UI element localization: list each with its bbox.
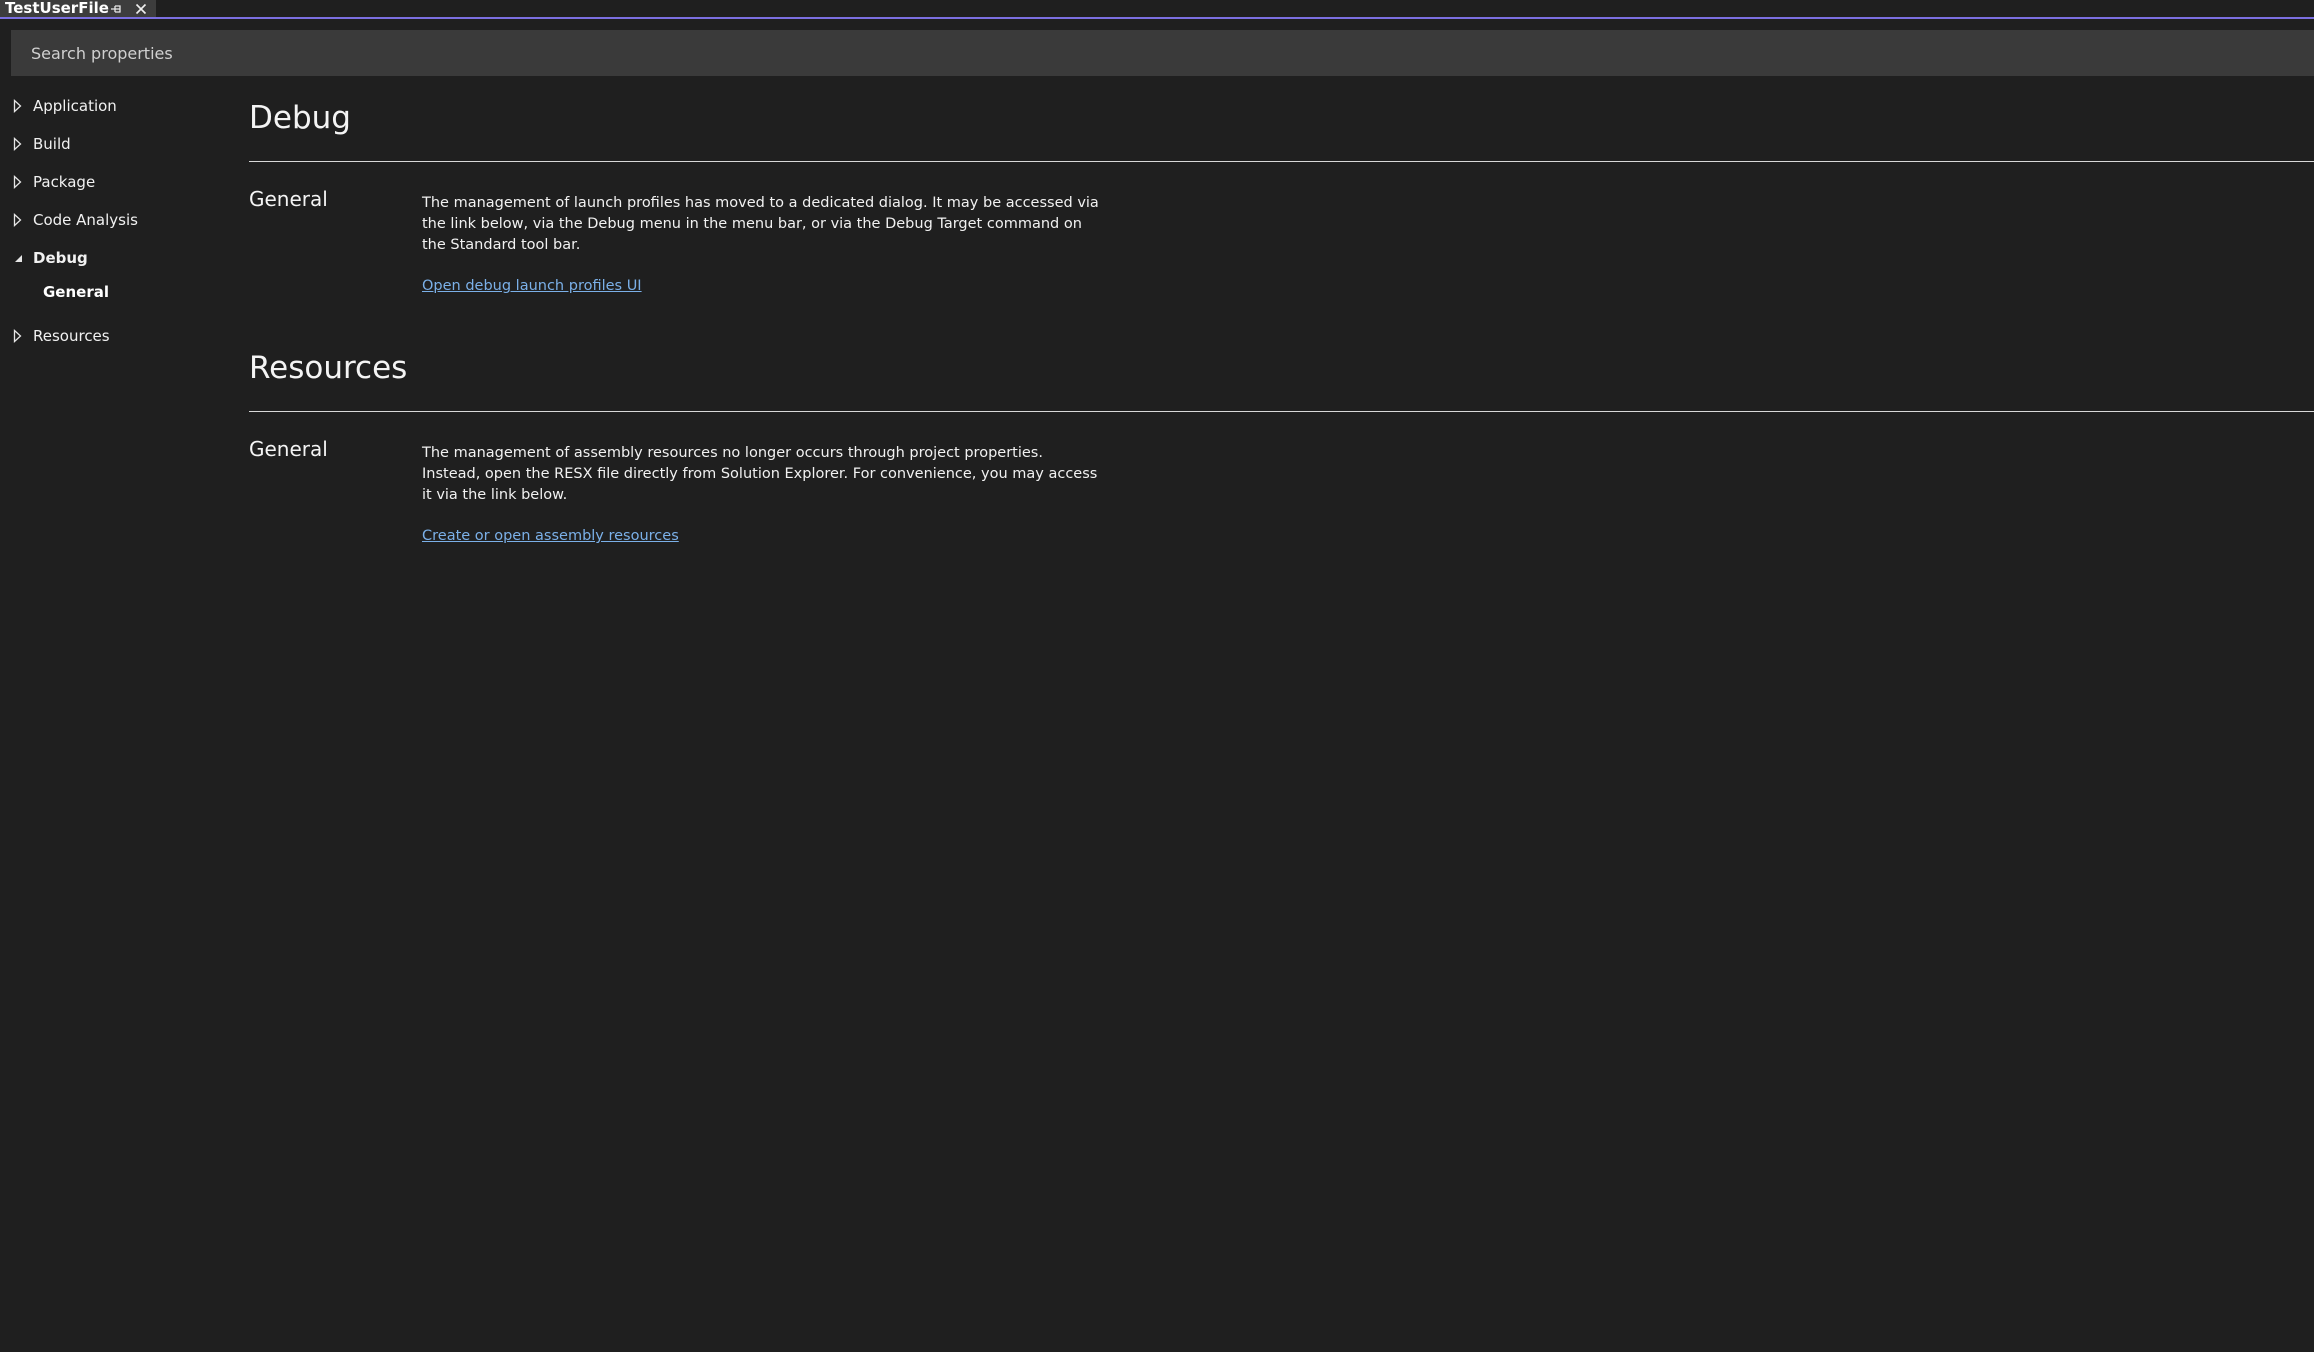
nav-item-code-analysis[interactable]: Code Analysis (0, 205, 220, 235)
document-tab-title: TestUserFile (5, 0, 109, 17)
chevron-right-icon (13, 213, 23, 227)
pin-icon[interactable] (106, 0, 126, 17)
create-open-assembly-resources-link[interactable]: Create or open assembly resources (422, 528, 679, 544)
group-title-debug-general: General (249, 187, 328, 211)
open-debug-launch-profiles-link[interactable]: Open debug launch profiles UI (422, 278, 642, 294)
nav-item-build[interactable]: Build (0, 129, 220, 159)
resources-general-description: The management of assembly resources no … (422, 445, 1098, 503)
debug-general-description: The management of launch profiles has mo… (422, 195, 1099, 253)
close-icon[interactable] (131, 0, 151, 17)
nav-item-debug[interactable]: Debug (0, 243, 220, 273)
nav-subitem-label: General (43, 283, 109, 301)
nav-item-label: Package (33, 173, 96, 191)
nav-subitem-debug-general[interactable]: General (0, 277, 220, 307)
document-tab[interactable]: TestUserFile (0, 0, 156, 17)
nav-item-label: Debug (33, 249, 88, 267)
nav-item-package[interactable]: Package (0, 167, 220, 197)
section-divider (249, 161, 2314, 162)
section-divider (249, 411, 2314, 412)
chevron-right-icon (13, 329, 23, 343)
search-properties-input[interactable] (11, 30, 2314, 76)
nav-item-resources[interactable]: Resources (0, 321, 220, 351)
section-title-resources: Resources (249, 350, 408, 386)
chevron-right-icon (13, 99, 23, 113)
document-tab-strip: TestUserFile (0, 0, 2314, 19)
section-title-debug: Debug (249, 100, 351, 136)
group-title-resources-general: General (249, 437, 328, 461)
nav-item-label: Code Analysis (33, 211, 138, 229)
chevron-expanded-icon (13, 251, 23, 265)
nav-item-label: Resources (33, 327, 110, 345)
chevron-right-icon (13, 137, 23, 151)
nav-item-label: Build (33, 135, 71, 153)
nav-item-label: Application (33, 97, 117, 115)
nav-item-application[interactable]: Application (0, 91, 220, 121)
chevron-right-icon (13, 175, 23, 189)
